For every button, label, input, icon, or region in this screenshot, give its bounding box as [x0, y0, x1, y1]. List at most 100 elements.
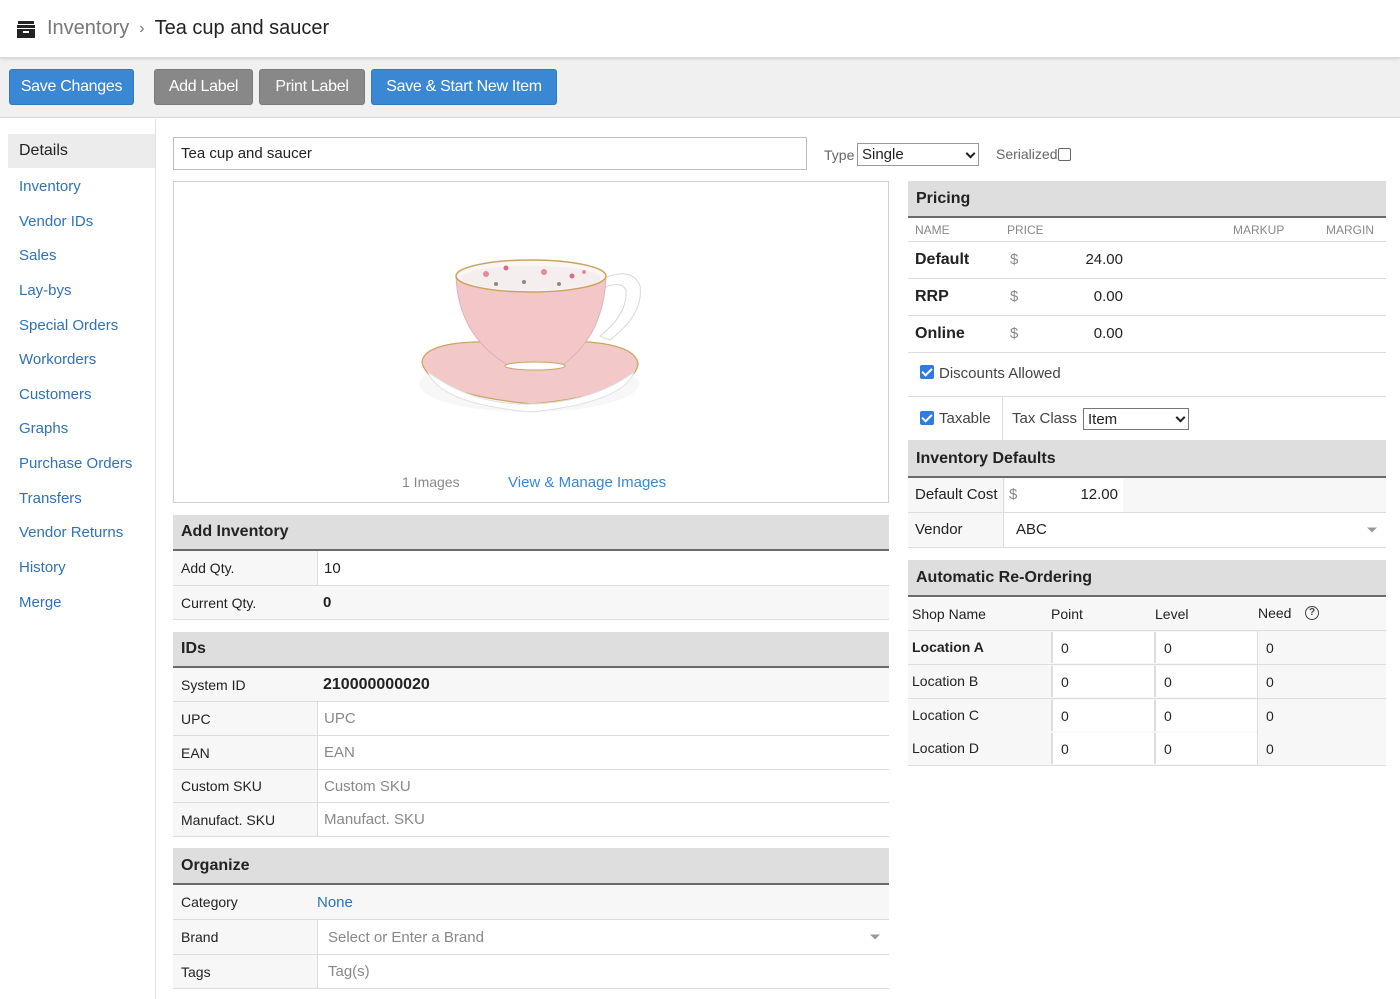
col-markup: MARKUP	[1233, 223, 1285, 237]
manufact-sku-label: Manufact. SKU	[181, 811, 276, 828]
manufact-sku-input[interactable]: Manufact. SKU	[317, 803, 889, 836]
currency-symbol: $	[1010, 288, 1019, 305]
print-label-button[interactable]: Print Label	[259, 69, 365, 105]
reorder-point-input[interactable]: 0	[1051, 666, 1154, 697]
type-select[interactable]: Single	[857, 143, 979, 166]
ean-label: EAN	[181, 744, 210, 761]
sidebar-item-inventory[interactable]: Inventory	[8, 169, 155, 203]
sidebar-item-special-orders[interactable]: Special Orders	[8, 308, 155, 342]
currency-symbol: $	[1010, 251, 1019, 268]
custom-sku-row: Custom SKU Custom SKU	[173, 770, 889, 803]
chevron-down-icon	[965, 148, 976, 159]
current-qty-label: Current Qty.	[181, 594, 257, 611]
upc-row: UPC UPC	[173, 702, 889, 736]
tax-class-select[interactable]: Item	[1083, 408, 1189, 430]
type-select-value: Single	[862, 146, 904, 163]
default-cost-label: Default Cost	[915, 486, 998, 503]
toolbar: Save Changes Add Label Print Label Save …	[0, 58, 1400, 118]
price-rrp-input[interactable]: 0.00	[1094, 288, 1123, 305]
manufact-sku-row: Manufact. SKU Manufact. SKU	[173, 803, 889, 837]
reorder-point-input[interactable]: 0	[1051, 733, 1154, 764]
save-changes-button[interactable]: Save Changes	[9, 69, 134, 105]
reorder-need-value: 0	[1257, 699, 1274, 732]
reorder-level-input[interactable]: 0	[1154, 700, 1257, 731]
breadcrumb-inventory[interactable]: Inventory	[47, 17, 129, 40]
vendor-row: Vendor ABC	[908, 513, 1386, 548]
reorder-level-input[interactable]: 0	[1154, 733, 1257, 764]
category-link[interactable]: None	[317, 885, 889, 919]
col-shop-name: Shop Name	[912, 606, 986, 622]
col-level: Level	[1155, 606, 1189, 622]
serialized-label: Serialized	[996, 146, 1058, 162]
dropdown-arrow-icon	[1367, 527, 1377, 533]
upc-input[interactable]: UPC	[317, 702, 889, 735]
sidebar-nav: Details Inventory Vendor IDs Sales Lay-b…	[0, 119, 156, 999]
sidebar-item-transfers[interactable]: Transfers	[8, 481, 155, 515]
reorder-point-input[interactable]: 0	[1051, 700, 1154, 731]
tax-class-label: Tax Class	[1012, 410, 1078, 427]
brand-row: Brand Select or Enter a Brand	[173, 920, 889, 955]
tags-label: Tags	[181, 963, 211, 980]
item-name-input[interactable]	[173, 137, 807, 170]
taxable-checkbox[interactable]	[920, 411, 934, 425]
system-id-value: 210000000020	[323, 675, 430, 693]
custom-sku-input[interactable]: Custom SKU	[317, 770, 889, 802]
price-name: Online	[915, 325, 965, 342]
price-name: Default	[915, 251, 970, 268]
type-label: Type	[824, 147, 855, 163]
sidebar-item-customers[interactable]: Customers	[8, 377, 155, 411]
discounts-checkbox[interactable]	[920, 365, 934, 379]
help-icon[interactable]: ?	[1305, 606, 1319, 620]
add-label-button[interactable]: Add Label	[154, 69, 253, 105]
divider	[1003, 478, 1004, 513]
reorder-row-location-d: Location D 0 0 0	[908, 732, 1386, 766]
taxable-label: Taxable	[939, 410, 991, 427]
price-name: RRP	[915, 288, 949, 305]
sidebar-item-purchase-orders[interactable]: Purchase Orders	[8, 446, 155, 480]
tags-input[interactable]: Tag(s)	[317, 955, 889, 988]
inventory-box-icon	[17, 20, 35, 38]
add-qty-input[interactable]: 10	[317, 551, 889, 585]
inventory-defaults-header: Inventory Defaults	[908, 441, 1386, 478]
ean-row: EAN EAN	[173, 736, 889, 770]
reorder-need-value: 0	[1257, 631, 1274, 664]
current-qty-row: Current Qty. 0	[173, 586, 889, 620]
shop-name: Location A	[912, 639, 984, 655]
sidebar-item-lay-bys[interactable]: Lay-bys	[8, 273, 155, 307]
save-and-new-button[interactable]: Save & Start New Item	[371, 69, 557, 105]
sidebar-item-sales[interactable]: Sales	[8, 238, 155, 272]
sidebar-item-merge[interactable]: Merge	[8, 585, 155, 619]
reorder-point-input[interactable]: 0	[1051, 632, 1154, 663]
col-price: PRICE	[1007, 223, 1044, 237]
product-image[interactable]	[414, 244, 654, 419]
col-point: Point	[1051, 606, 1083, 622]
tags-row: Tags Tag(s)	[173, 955, 889, 989]
default-cost-row: Default Cost $ 12.00	[908, 478, 1386, 513]
col-need: Need	[1258, 605, 1292, 621]
currency-symbol: $	[1009, 486, 1018, 503]
sidebar-item-vendor-returns[interactable]: Vendor Returns	[8, 515, 155, 549]
divider	[1002, 397, 1003, 441]
category-row: Category None	[173, 885, 889, 920]
serialized-checkbox[interactable]	[1058, 147, 1072, 161]
vendor-select[interactable]: ABC	[1003, 513, 1386, 547]
discounts-row: Discounts Allowed	[908, 352, 1386, 397]
reorder-level-input[interactable]: 0	[1154, 632, 1257, 663]
price-online-input[interactable]: 0.00	[1094, 325, 1123, 342]
breadcrumb-current: Tea cup and saucer	[154, 17, 330, 39]
default-cost-input[interactable]: $ 12.00	[1005, 479, 1123, 512]
sidebar-item-details[interactable]: Details	[8, 134, 155, 168]
upc-label: UPC	[181, 710, 211, 727]
manage-images-link[interactable]: View & Manage Images	[508, 474, 666, 491]
reordering-header: Automatic Re-Ordering	[908, 560, 1386, 597]
tax-class-value: Item	[1088, 410, 1118, 428]
sidebar-item-history[interactable]: History	[8, 550, 155, 584]
reorder-need-value: 0	[1257, 665, 1274, 698]
ean-input[interactable]: EAN	[317, 736, 889, 769]
reorder-level-input[interactable]: 0	[1154, 666, 1257, 697]
sidebar-item-workorders[interactable]: Workorders	[8, 342, 155, 376]
price-default-input[interactable]: 24.00	[1085, 251, 1123, 268]
brand-select[interactable]: Select or Enter a Brand	[317, 920, 889, 954]
sidebar-item-graphs[interactable]: Graphs	[8, 411, 155, 445]
sidebar-item-vendor-ids[interactable]: Vendor IDs	[8, 204, 155, 238]
